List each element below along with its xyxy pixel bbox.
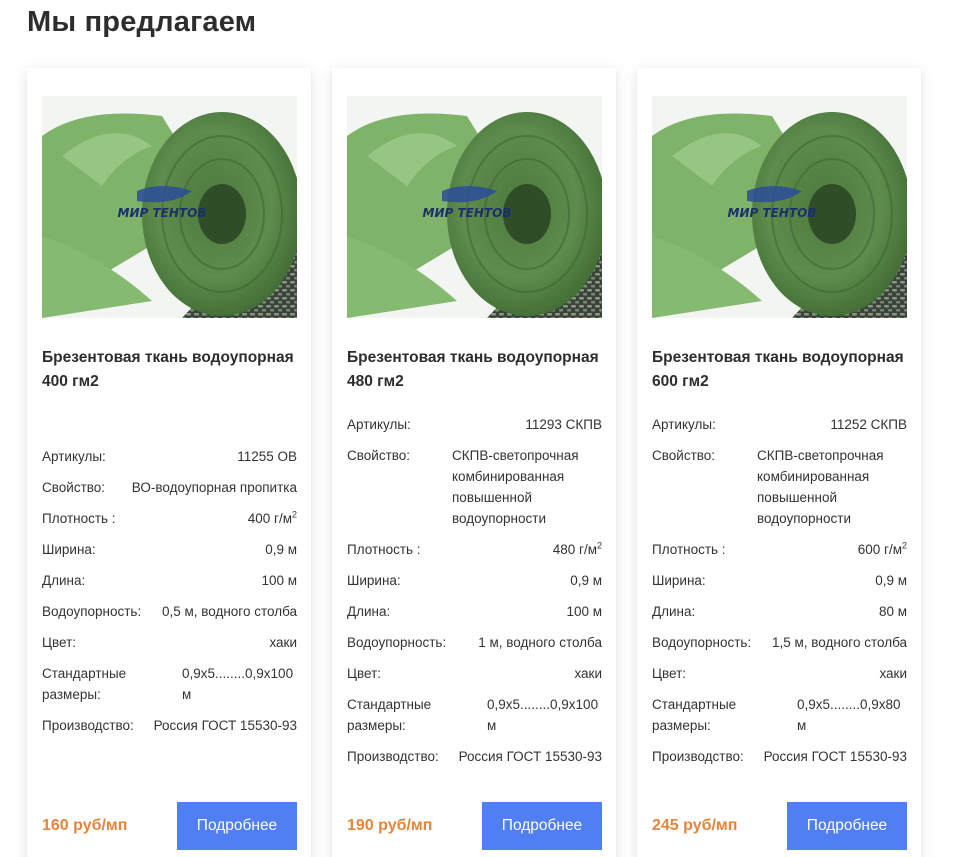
product-specs: Артикулы: 11255 ОВ Свойство: ВО-водоупорна…: [42, 446, 297, 746]
spec-sizes: Стандартные размеры: 0,9х5........0,9х80 …: [652, 697, 901, 733]
spec-width: Ширина: 0,9 м: [347, 573, 602, 588]
spec-producer: Производство: Россия ГОСТ 15530-93: [42, 718, 297, 733]
spec-property: Свойство: СКПВ-светопрочная комбинированн…: [347, 448, 579, 526]
spec-width: Ширина: 0,9 м: [652, 573, 907, 588]
logo-text: МИР ТЕНТОВ: [118, 206, 207, 220]
spec-water: Водоупорность: 0,5 м, водного столба: [42, 604, 297, 619]
page-title: Мы предлагаем: [27, 6, 257, 38]
spec-sizes: Стандартные размеры: 0,9х5........0,9х100…: [347, 697, 599, 733]
product-title[interactable]: Брезентовая ткань водоупорная 600 гм2: [652, 346, 914, 394]
product-image[interactable]: МИР ТЕНТОВ: [652, 96, 907, 318]
fabric-roll-image: МИР ТЕНТОВ: [347, 96, 602, 318]
details-button[interactable]: Подробнее: [787, 802, 907, 850]
spec-color: Цвет: хаки: [42, 635, 297, 650]
product-card: МИР ТЕНТОВ Брезентовая ткань водоупорная…: [332, 68, 616, 857]
spec-property: Свойство: СКПВ-светопрочная комбинированн…: [652, 448, 884, 526]
spec-length: Длина: 100 м: [42, 573, 297, 588]
spec-producer: Производство: Россия ГОСТ 15530-93: [652, 749, 907, 764]
fabric-roll-image: МИР ТЕНТОВ: [652, 96, 907, 318]
spec-water: Водоупорность: 1,5 м, водного столба: [652, 635, 907, 650]
fabric-roll-image: МИР ТЕНТОВ: [42, 96, 297, 318]
spec-property: Свойство: ВО-водоупорная пропитка: [42, 480, 297, 495]
product-price: 245 руб/мп: [652, 817, 738, 834]
logo-text: МИР ТЕНТОВ: [728, 206, 817, 220]
spec-article: Артикулы: 11252 СКПВ: [652, 417, 907, 432]
spec-article: Артикулы: 11255 ОВ: [42, 449, 297, 464]
product-specs: Артикулы: 11252 СКПВ Свойство: СКПВ-светоп…: [652, 414, 907, 777]
spec-sizes: Стандартные размеры: 0,9х5........0,9х100…: [42, 666, 294, 702]
product-specs: Артикулы: 11293 СКПВ Свойство: СКПВ-светоп…: [347, 414, 602, 777]
details-button[interactable]: Подробнее: [177, 802, 297, 850]
product-card: МИР ТЕНТОВ Брезентовая ткань водоупорная…: [637, 68, 921, 857]
spec-width: Ширина: 0,9 м: [42, 542, 297, 557]
product-card: МИР ТЕНТОВ Брезентовая ткань водоупорная…: [27, 68, 311, 857]
product-image[interactable]: МИР ТЕНТОВ: [347, 96, 602, 318]
spec-density: Плотность :600 г/м2: [652, 540, 907, 557]
spec-water: Водоупорность: 1 м, водного столба: [347, 635, 602, 650]
product-price: 190 руб/мп: [347, 817, 433, 834]
spec-density: Плотность :400 г/м2: [42, 509, 297, 526]
details-button[interactable]: Подробнее: [482, 802, 602, 850]
spec-article: Артикулы: 11293 СКПВ: [347, 417, 602, 432]
logo-text: МИР ТЕНТОВ: [423, 206, 512, 220]
product-title[interactable]: Брезентовая ткань водоупорная 480 гм2: [347, 346, 609, 394]
spec-color: Цвет: хаки: [347, 666, 602, 681]
product-title[interactable]: Брезентовая ткань водоупорная 400 гм2: [42, 346, 304, 394]
product-price: 160 руб/мп: [42, 817, 128, 834]
spec-length: Длина: 80 м: [652, 604, 907, 619]
spec-producer: Производство: Россия ГОСТ 15530-93: [347, 749, 602, 764]
spec-color: Цвет: хаки: [652, 666, 907, 681]
spec-length: Длина: 100 м: [347, 604, 602, 619]
product-list: МИР ТЕНТОВ Брезентовая ткань водоупорная…: [27, 68, 921, 857]
product-image[interactable]: МИР ТЕНТОВ: [42, 96, 297, 318]
spec-density: Плотность :480 г/м2: [347, 540, 602, 557]
